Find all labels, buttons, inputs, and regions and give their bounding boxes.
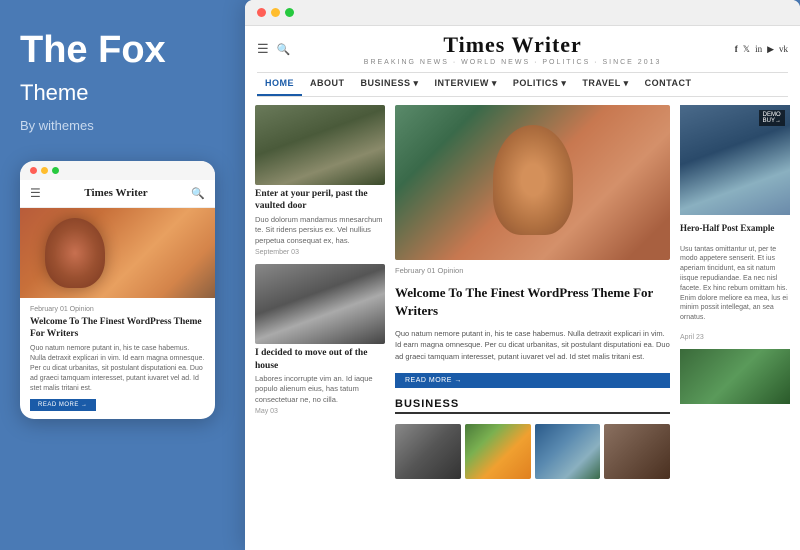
site-nav: HOME ABOUT BUSINESS ▾ INTERVIEW ▾ POLITI…: [257, 72, 788, 97]
article-2-image: [255, 264, 385, 344]
social-icons: f 𝕏 in ▶ vk: [735, 44, 788, 55]
right-article-date: April 23: [680, 334, 790, 341]
oranges-image: [465, 424, 531, 479]
article-1: Enter at your peril, past the vaulted do…: [255, 105, 385, 256]
hero-article-meta: February 01 Opinion: [395, 266, 670, 275]
nav-politics[interactable]: POLITICS ▾: [505, 73, 575, 96]
article-2: I decided to move out of the house Labor…: [255, 264, 385, 415]
hamburger-icon[interactable]: ☰: [30, 186, 41, 201]
desktop-mockup: ☰ 🔍 Times Writer BREAKING NEWS · WORLD N…: [245, 0, 800, 550]
bottom-images: [395, 424, 670, 479]
article-2-date: May 03: [255, 408, 385, 415]
nav-business[interactable]: BUSINESS ▾: [353, 73, 427, 96]
green-leaf-image: [680, 349, 790, 404]
site-content: Enter at your peril, past the vaulted do…: [245, 97, 800, 550]
mobile-article-title: Welcome To The Finest WordPress Theme Fo…: [30, 316, 205, 341]
youtube-icon[interactable]: ▶: [767, 44, 774, 55]
browser-dot-yellow: [271, 8, 280, 17]
instagram-icon[interactable]: in: [755, 44, 762, 55]
mobile-article-text: Quo natum nemore putant in, his te case …: [30, 344, 205, 393]
business-section-label: BUSINESS: [395, 398, 670, 414]
article-1-text: Duo dolorum mandamus mnesarchum te. Sit …: [255, 215, 385, 247]
mobile-mockup: ☰ Times Writer 🔍 February 01 Opinion Wel…: [20, 161, 215, 420]
bottom-img-4: [604, 424, 670, 479]
mobile-read-more-button[interactable]: READ MORE →: [30, 399, 96, 411]
article-1-date: September 03: [255, 249, 385, 256]
hero-article-image: [395, 105, 670, 260]
mobile-article-meta: February 01 Opinion: [30, 306, 205, 313]
mobile-hero-image: [20, 208, 215, 298]
right-article-title: Hero-Half Post Example: [680, 223, 790, 235]
mobile-nav: ☰ Times Writer 🔍: [20, 180, 215, 208]
site-tagline: BREAKING NEWS · WORLD NEWS · POLITICS · …: [364, 59, 662, 66]
left-panel: The Fox Theme By withemes ☰ Times Writer…: [0, 0, 245, 550]
hero-article-text: Quo natum nemore putant in, his te case …: [395, 328, 670, 362]
bottom-img-2: [465, 424, 531, 479]
article-2-text: Labores incorrupte vim an. Id iaque popu…: [255, 374, 385, 406]
nav-about[interactable]: ABOUT: [302, 73, 353, 96]
mobile-site-title: Times Writer: [84, 187, 147, 199]
article-2-title: I decided to move out of the house: [255, 347, 385, 372]
facebook-icon[interactable]: f: [735, 44, 738, 55]
bottom-img-1: [395, 424, 461, 479]
demo-badge: DEMOBUY→: [759, 110, 785, 126]
mobile-dot-yellow: [41, 167, 48, 174]
by-author: By withemes: [20, 118, 225, 133]
browser-dot-green: [285, 8, 294, 17]
read-more-button[interactable]: READ MORE →: [395, 373, 670, 388]
twitter-icon[interactable]: 𝕏: [743, 44, 750, 55]
right-top-image: DEMOBUY→: [680, 105, 790, 215]
menu-icon[interactable]: ☰: [257, 41, 269, 57]
vk-icon[interactable]: vk: [779, 44, 788, 55]
browser-bar: [245, 0, 800, 26]
mobile-content: February 01 Opinion Welcome To The Fines…: [20, 298, 215, 420]
center-column: February 01 Opinion Welcome To The Fines…: [395, 105, 670, 542]
header-icons-left: ☰ 🔍: [257, 41, 290, 57]
site-header-top: ☰ 🔍 Times Writer BREAKING NEWS · WORLD N…: [257, 32, 788, 68]
browser-dot-red: [257, 8, 266, 17]
article-1-image: [255, 105, 385, 185]
elder-image: [604, 424, 670, 479]
brand-subtitle: Theme: [20, 80, 225, 106]
bottom-img-3: [535, 424, 601, 479]
site-header: ☰ 🔍 Times Writer BREAKING NEWS · WORLD N…: [245, 26, 800, 97]
man-bw-image: [395, 424, 461, 479]
nav-contact[interactable]: CONTACT: [637, 73, 700, 96]
article-1-title: Enter at your peril, past the vaulted do…: [255, 188, 385, 213]
nav-home[interactable]: HOME: [257, 73, 302, 96]
right-article-text: Usu tantas omittantur ut, per te modo ap…: [680, 245, 790, 323]
left-column: Enter at your peril, past the vaulted do…: [255, 105, 385, 542]
hero-article-title: Welcome To The Finest WordPress Theme Fo…: [395, 284, 670, 319]
pottery-image: [255, 264, 385, 344]
mobile-dot-red: [30, 167, 37, 174]
site-branding: Times Writer BREAKING NEWS · WORLD NEWS …: [364, 32, 662, 66]
mobile-search-icon[interactable]: 🔍: [191, 187, 205, 200]
nav-travel[interactable]: TRAVEL ▾: [574, 73, 636, 96]
right-bottom-image: [680, 349, 790, 404]
nav-interview[interactable]: INTERVIEW ▾: [427, 73, 505, 96]
soldier-image: [255, 105, 385, 185]
right-column: DEMOBUY→ Hero-Half Post Example Usu tant…: [680, 105, 790, 542]
site-name: Times Writer: [364, 32, 662, 58]
woman-image: [395, 105, 670, 260]
lake-image: [535, 424, 601, 479]
mobile-dot-green: [52, 167, 59, 174]
search-icon[interactable]: 🔍: [277, 43, 291, 56]
brand-title: The Fox: [20, 30, 225, 72]
mobile-top-bar: [20, 161, 215, 180]
